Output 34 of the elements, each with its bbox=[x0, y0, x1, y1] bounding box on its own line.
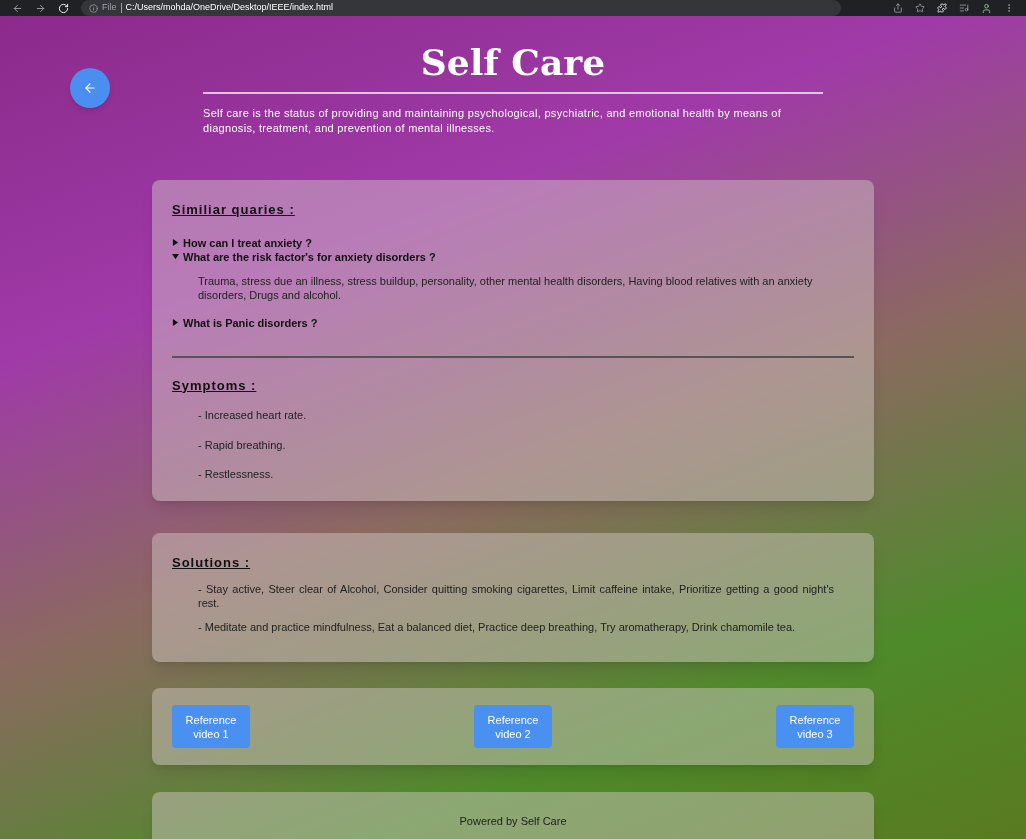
caret-down-icon bbox=[172, 253, 179, 260]
profile-avatar-icon[interactable] bbox=[981, 2, 992, 14]
query-toggle[interactable]: What is Panic disorders ? bbox=[172, 315, 854, 330]
symptom-text: - Restlessness. bbox=[198, 467, 275, 482]
reload-icon[interactable] bbox=[58, 2, 69, 14]
symptoms-heading: Symptoms : bbox=[172, 376, 258, 395]
symptom-text: - Increased heart rate. bbox=[198, 408, 308, 423]
queries-heading: Similiar quaries : bbox=[172, 201, 296, 219]
caret-right-icon bbox=[172, 239, 179, 246]
page-title: Self Care bbox=[420, 44, 606, 80]
solution-text: - Stay active, Steer clear of Alcohol, Consider quitting smoking cigarettes, Limit caffeine intake, Prioritize getting a good night's rest. bbox=[198, 582, 834, 610]
share-icon[interactable] bbox=[893, 3, 903, 13]
query-toggle[interactable]: How can I treat anxiety ? bbox=[172, 235, 854, 250]
reference-video-button[interactable]: Reference video 3 bbox=[776, 705, 854, 748]
file-label: File bbox=[102, 1, 117, 15]
address-bar[interactable]: File C:/Users/mohda/OneDrive/Desktop/IEEE/index.html bbox=[81, 0, 841, 16]
solution-text: - Meditate and practice mindfulness, Eat a balanced diet, Practice deep breathing, Try aromatherapy, Drink chamomile tea. bbox=[198, 620, 797, 634]
back-button[interactable] bbox=[70, 68, 110, 108]
symptom-text: - Rapid breathing. bbox=[198, 437, 287, 453]
query-answer: Trauma, stress due an illness, stress buildup, personality, other mental health disorders, Having blood relatives with an anxiety disorders, Drugs and alcohol. bbox=[198, 273, 814, 302]
intro-text: Self care is the status of providing and maintaining psychological, psychiatric, and emotional health by means of diagnosis, treatment, and prevention of mental illnesses. bbox=[203, 106, 783, 136]
url-text: C:/Users/mohda/OneDrive/Desktop/IEEE/index.html bbox=[125, 1, 334, 15]
reference-video-button[interactable]: Reference video 1 bbox=[172, 705, 250, 748]
solutions-heading: Solutions : bbox=[172, 553, 252, 572]
footer-text: Powered by Self Care bbox=[459, 815, 567, 827]
extensions-icon[interactable] bbox=[937, 3, 947, 13]
query-toggle[interactable]: What are the risk factor's for anxiety disorders ? bbox=[172, 249, 854, 264]
reference-video-button[interactable]: Reference video 2 bbox=[474, 705, 552, 748]
back-icon[interactable] bbox=[12, 2, 23, 14]
bookmark-star-icon[interactable] bbox=[915, 3, 925, 13]
reading-list-icon[interactable] bbox=[959, 3, 969, 13]
caret-right-icon bbox=[172, 319, 179, 326]
forward-icon[interactable] bbox=[35, 2, 46, 14]
info-icon bbox=[89, 3, 98, 13]
